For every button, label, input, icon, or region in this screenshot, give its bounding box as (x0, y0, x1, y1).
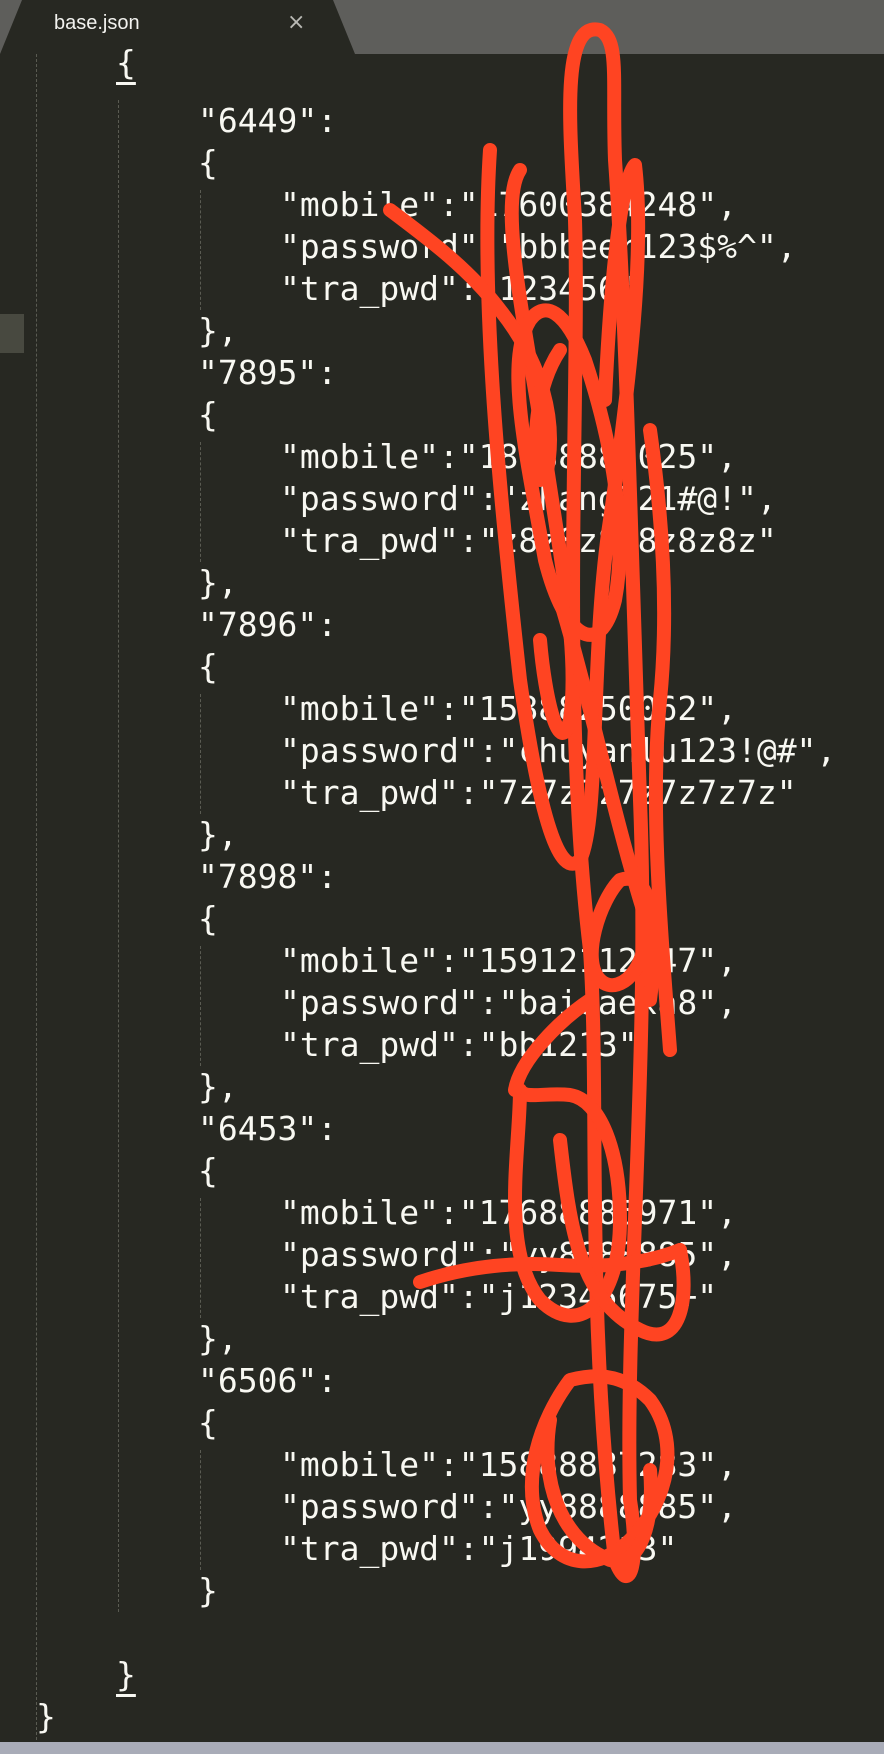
code-text: "tra_pwd":"j12345675+" (280, 1277, 718, 1316)
indent-guide (200, 1450, 201, 1570)
code-text: "tra_pwd":"bb1213" (280, 1025, 638, 1064)
code-line[interactable]: "7896": (198, 604, 337, 646)
code-line[interactable]: "tra_pwd":"123456" (280, 268, 638, 310)
code-line[interactable]: "password":"chuyanlu123!@#", (280, 730, 836, 772)
code-line[interactable]: "tra_pwd":"j1994213" (280, 1528, 677, 1570)
code-line[interactable]: "password":"baidaexa8", (280, 982, 737, 1024)
code-text: "6453": (198, 1109, 338, 1148)
indent-guide (200, 442, 201, 562)
indent-guide (200, 190, 201, 310)
code-text: "7898": (198, 857, 338, 896)
code-text: "6449": (198, 101, 338, 140)
code-text: }, (198, 311, 238, 350)
code-line[interactable]: } (198, 1570, 218, 1612)
gutter-marker (0, 314, 24, 353)
code-text: "mobile":"15888250062", (280, 689, 737, 728)
code-line[interactable]: "tra_pwd":"j12345675+" (280, 1276, 717, 1318)
code-line[interactable]: "tra_pwd":"bb1213" (280, 1024, 638, 1066)
code-line[interactable]: }, (198, 814, 238, 856)
code-text: } (198, 1571, 218, 1610)
code-text: { (198, 143, 218, 182)
status-strip (0, 1742, 884, 1754)
code-text: "password":"zhang321#@!", (280, 479, 777, 518)
code-text: "7895": (198, 353, 338, 392)
code-line[interactable]: "password":"yy8888885", (280, 1234, 737, 1276)
code-line[interactable]: { (198, 142, 218, 184)
code-text: "tra_pwd":"z8z8z8z8z8z8z" (280, 521, 777, 560)
code-text: "mobile":"15912112047", (280, 941, 737, 980)
code-line[interactable]: "7895": (198, 352, 337, 394)
code-text: "tra_pwd":"7z7z7z7z7z7z7z" (280, 773, 797, 812)
code-text: "password":"chuyanlu123!@#", (280, 731, 837, 770)
code-text: "6506": (198, 1361, 338, 1400)
code-text: { (198, 1403, 218, 1442)
tab-base-json[interactable]: base.json × (0, 0, 355, 54)
code-text: } (116, 1655, 136, 1694)
code-line[interactable]: }, (198, 1066, 238, 1108)
indent-guide (36, 54, 37, 1740)
indent-guide (200, 694, 201, 814)
code-line[interactable]: "tra_pwd":"7z7z7z7z7z7z7z" (280, 772, 797, 814)
code-text: "7896": (198, 605, 338, 644)
code-text: { (198, 647, 218, 686)
code-line[interactable]: { (198, 898, 218, 940)
close-icon[interactable]: × (287, 10, 305, 35)
code-line[interactable]: "mobile":"18688883025", (280, 436, 737, 478)
code-text: "mobile":"17600384248", (280, 185, 737, 224)
code-line[interactable]: } (36, 1696, 56, 1738)
tab-title: base.json (54, 12, 140, 34)
code-line[interactable]: } (116, 1654, 136, 1696)
code-text: }, (198, 1067, 238, 1106)
code-line[interactable]: "password":"yy8888885", (280, 1486, 737, 1528)
code-line[interactable]: }, (198, 1318, 238, 1360)
code-text: "mobile":"15888887283", (280, 1445, 737, 1484)
code-line[interactable]: }, (198, 310, 238, 352)
code-text: { (198, 395, 218, 434)
code-line[interactable]: "6506": (198, 1360, 337, 1402)
code-text: "password":"baidaexa8", (280, 983, 737, 1022)
code-text: { (198, 899, 218, 938)
code-line[interactable]: "6449": (198, 100, 337, 142)
code-line[interactable]: { (116, 42, 136, 84)
code-line[interactable]: { (198, 394, 218, 436)
code-line[interactable]: { (198, 646, 218, 688)
code-text: "mobile":"17688885971", (280, 1193, 737, 1232)
indent-guide (200, 1198, 201, 1318)
code-line[interactable]: "mobile":"17600384248", (280, 184, 737, 226)
code-text: { (198, 1151, 218, 1190)
code-text: }, (198, 563, 238, 602)
code-line[interactable]: "tra_pwd":"z8z8z8z8z8z8z" (280, 520, 777, 562)
code-line[interactable]: "mobile":"15888250062", (280, 688, 737, 730)
code-text: { (116, 43, 136, 82)
code-text: }, (198, 1319, 238, 1358)
code-line[interactable]: "password":"zhang321#@!", (280, 478, 777, 520)
code-line[interactable]: "password":"bbbeer123$%^", (280, 226, 797, 268)
code-line[interactable]: { (198, 1402, 218, 1444)
code-line[interactable]: { (198, 1150, 218, 1192)
code-line[interactable]: "mobile":"15888887283", (280, 1444, 737, 1486)
code-text: "password":"bbbeer123$%^", (280, 227, 797, 266)
code-line[interactable]: }, (198, 562, 238, 604)
code-text: "password":"yy8888885", (280, 1487, 737, 1526)
indent-guide (118, 100, 119, 1612)
code-line[interactable]: "mobile":"15912112047", (280, 940, 737, 982)
code-text: "tra_pwd":"j1994213" (280, 1529, 678, 1568)
indent-guide (200, 946, 201, 1066)
code-text: "tra_pwd":"123456" (280, 269, 638, 308)
code-text: } (36, 1697, 56, 1736)
code-line[interactable]: "mobile":"17688885971", (280, 1192, 737, 1234)
code-line[interactable]: "7898": (198, 856, 337, 898)
code-text: }, (198, 815, 238, 854)
code-line[interactable]: "6453": (198, 1108, 337, 1150)
code-text: "password":"yy8888885", (280, 1235, 737, 1274)
code-text: "mobile":"18688883025", (280, 437, 737, 476)
